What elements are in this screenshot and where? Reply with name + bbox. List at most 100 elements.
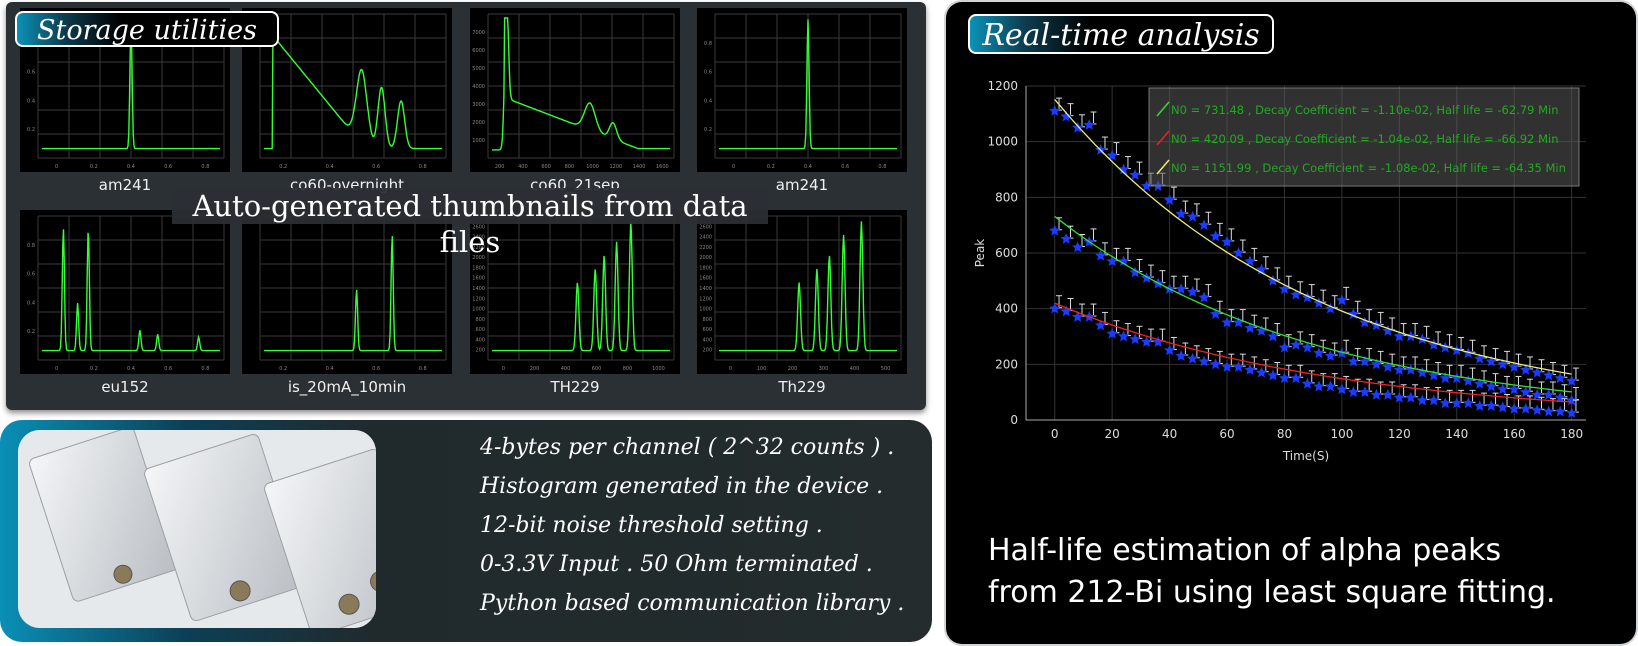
thumbnail-x-tick: 600: [592, 366, 602, 372]
features-list: 4-bytes per channel ( 2^32 counts ) . Hi…: [480, 428, 920, 623]
thumbnail-label: TH229: [550, 378, 600, 396]
thumbnail-plot: 0.2 0.4 0.6 0.8: [242, 210, 452, 374]
thumbnail-x-tick: 0.4: [127, 164, 135, 170]
thumbnail-y-tick: 3000: [472, 102, 485, 108]
thumbnail-is-20ma-10min[interactable]: 0.2 0.4 0.6 0.8 is_20mA_10min: [242, 210, 452, 410]
y-tick-label: 1200: [987, 79, 1018, 93]
thumbnail-y-tick: 2600: [699, 224, 712, 230]
thumbnail-y-tick: 1800: [472, 265, 485, 271]
thumbnail-label: eu152: [101, 378, 149, 396]
thumbnail-y-tick: 0.2: [27, 127, 35, 133]
x-tick-label: 20: [1105, 427, 1120, 441]
thumbnail-th229[interactable]: 0 100 200 300 400 500 200 400 600 800 1000 1200 1400…: [697, 210, 907, 410]
thumbnail-plot-background: [697, 8, 907, 172]
thumbnail-x-tick: 0.2: [90, 366, 98, 372]
thumbnail-y-tick: 0.2: [704, 127, 712, 133]
thumbnail-x-tick: 0.8: [201, 366, 209, 372]
thumbnail-y-tick: 2400: [699, 235, 712, 241]
thumbnail-y-tick: 800: [702, 317, 712, 323]
thumbnail-eu152[interactable]: 0 0.2 0.4 0.6 0.8 0.2 0.4 0.6 0.8 eu152: [20, 210, 230, 410]
half-life-caption: Half-life estimation of alpha peaks from…: [988, 530, 1628, 614]
thumbnail-y-tick: 1600: [472, 276, 485, 282]
feature-item: Histogram generated in the device .: [480, 474, 884, 499]
thumbnail-plot-background: [20, 210, 230, 374]
thumbnail-x-tick: 0.4: [804, 164, 812, 170]
thumbnail-x-tick: 0.8: [419, 164, 427, 170]
device-photo: [18, 430, 376, 628]
thumbnail-x-tick: 400: [561, 366, 571, 372]
decay-chart: 0 20 40 60 80 100 120 140 160 180 0 200 400 600 800 100…: [966, 70, 1606, 490]
thumbnail-x-tick: 1200: [610, 164, 623, 170]
thumbnail-x-tick: 0.2: [90, 164, 98, 170]
feature-item: 4-bytes per channel ( 2^32 counts ) .: [480, 435, 895, 460]
thumbnail-x-tick: 400: [850, 366, 860, 372]
caption-line-1: Half-life estimation of alpha peaks: [988, 533, 1502, 568]
thumbnail-y-tick: 400: [475, 337, 485, 343]
x-tick-label: 80: [1277, 427, 1292, 441]
thumbnail-x-tick: 0.4: [127, 366, 135, 372]
thumbnail-x-tick: 0: [55, 366, 58, 372]
thumbnail-x-tick: 1400: [633, 164, 646, 170]
thumbnail-y-tick: 1600: [699, 276, 712, 282]
y-axis-label: Peak: [973, 239, 987, 268]
thumbnail-co60-21sep[interactable]: 200 400 600 800 1000 1200 1400 1600 1000 2000 3000…: [470, 8, 680, 208]
x-tick-label: 40: [1162, 427, 1177, 441]
thumbnail-plot-background: [242, 210, 452, 374]
x-tick-label: 120: [1388, 427, 1411, 441]
thumbnail-plot-background: [470, 210, 680, 374]
y-tick-label: 1000: [987, 135, 1018, 149]
thumbnail-y-tick: 1400: [472, 286, 485, 292]
thumbnail-x-tick: 1000: [652, 366, 665, 372]
thumbnail-y-tick: 600: [702, 327, 712, 333]
thumbnail-y-tick: 1200: [472, 296, 485, 302]
thumbnail-y-tick: 0.8: [704, 41, 712, 47]
thumbnail-y-tick: 0.4: [704, 98, 712, 104]
thumbnail-plot: 200 400 600 800 1000 1200 1400 1600 1000 2000 3000…: [470, 8, 680, 172]
thumbnail-x-tick: 0.8: [419, 366, 427, 372]
thumbnail-y-tick: 0.6: [27, 70, 35, 76]
real-time-analysis-title: Real-time analysis: [968, 14, 1274, 54]
thumbnail-th229[interactable]: 0 200 400 600 800 1000 200 400 600 800 1000 1200 140…: [470, 210, 680, 410]
x-tick-label: 180: [1560, 427, 1583, 441]
x-tick-label: 60: [1219, 427, 1234, 441]
thumbnail-x-tick: 200: [530, 366, 540, 372]
thumbnail-x-tick: 0.8: [201, 164, 209, 170]
feature-item: 12-bit noise threshold setting .: [480, 513, 823, 538]
thumbnail-x-tick: 1600: [656, 164, 669, 170]
thumbnail-x-tick: 0.4: [326, 164, 334, 170]
thumbnail-y-tick: 200: [702, 348, 712, 354]
y-tick-label: 600: [995, 246, 1018, 260]
thumbnail-y-tick: 1000: [699, 307, 712, 313]
thumbnail-x-tick: 800: [623, 366, 633, 372]
legend-entry: N0 = 420.09 , Decay Coefficient = -1.04e…: [1171, 132, 1559, 146]
thumbnail-x-tick: 400: [518, 164, 528, 170]
feature-item: Python based communication library .: [480, 591, 905, 616]
thumbnail-x-tick: 0.8: [878, 164, 886, 170]
thumbnail-y-tick: 0.6: [27, 272, 35, 278]
thumbnail-x-tick: 300: [819, 366, 829, 372]
thumbnail-x-tick: 0: [502, 366, 505, 372]
thumbnail-x-tick: 0.2: [767, 164, 775, 170]
x-axis-label: Time(S): [1282, 449, 1329, 463]
thumbnail-y-tick: 1400: [699, 286, 712, 292]
thumbnail-y-tick: 0.4: [27, 98, 35, 104]
thumbnail-plot: 0 200 400 600 800 1000 200 400 600 800 1000 1200 140…: [470, 210, 680, 374]
thumbnail-y-tick: 0.4: [27, 300, 35, 306]
thumbnail-x-tick: 0: [732, 164, 735, 170]
thumbnail-y-tick: 7000: [472, 30, 485, 36]
thumbnail-am241[interactable]: 00.20.40.60.80.20.40.60.8am241: [697, 8, 907, 208]
thumbnail-x-tick: 200: [788, 366, 798, 372]
y-tick-label: 0: [1010, 413, 1018, 427]
thumbnail-x-tick: 0.2: [279, 366, 287, 372]
x-tick-label: 0: [1051, 427, 1059, 441]
thumbnail-y-tick: 600: [475, 327, 485, 333]
thumbnails-caption: Auto-generated thumbnails from data file…: [172, 188, 768, 259]
thumbnail-y-tick: 1200: [699, 296, 712, 302]
y-tick-label: 400: [995, 302, 1018, 316]
thumbnail-x-tick: 500: [881, 366, 891, 372]
thumbnail-x-tick: 0.6: [372, 366, 380, 372]
thumbnail-y-tick: 1000: [472, 138, 485, 144]
thumbnail-y-tick: 2000: [699, 255, 712, 261]
thumbnail-label: is_20mA_10min: [287, 378, 407, 396]
caption-line-2: from 212-Bi using least square fitting.: [988, 575, 1556, 610]
